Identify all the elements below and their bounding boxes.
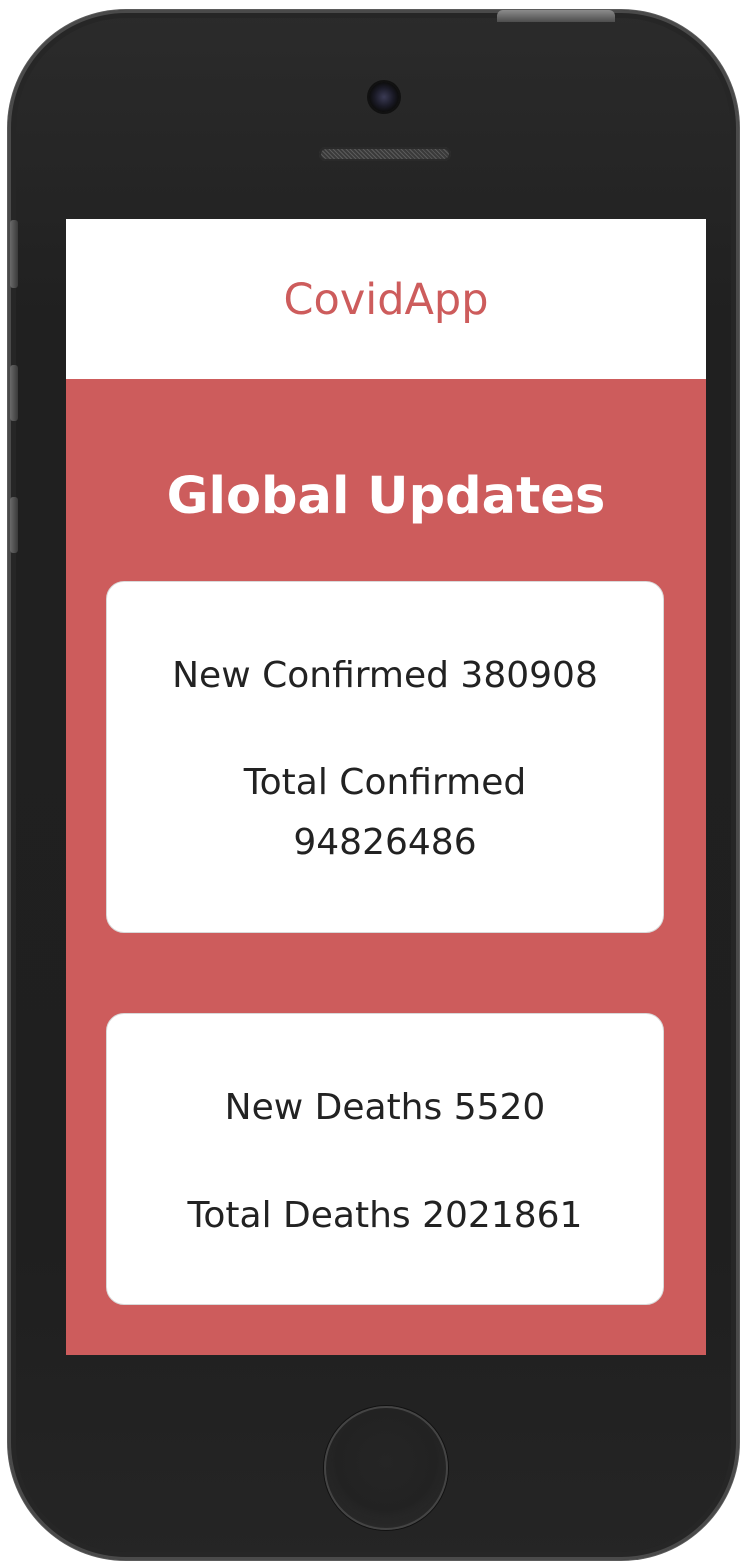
- main-content: Global Updates New Confirmed 380908 Tota…: [66, 379, 706, 1355]
- mute-switch: [10, 220, 18, 288]
- deaths-card: New Deaths 5520 Total Deaths 2021861: [106, 1013, 664, 1305]
- new-deaths-text: New Deaths 5520: [224, 1087, 546, 1128]
- page-title: Global Updates: [166, 467, 606, 526]
- navbar: CovidApp: [66, 219, 706, 379]
- total-deaths-text: Total Deaths 2021861: [187, 1195, 583, 1236]
- power-button: [497, 10, 615, 22]
- total-confirmed-text: Total Confirmed 94826486: [243, 762, 527, 863]
- volume-down-button: [10, 497, 18, 553]
- brand-title[interactable]: CovidApp: [283, 275, 488, 325]
- confirmed-card: New Confirmed 380908 Total Confirmed 948…: [106, 581, 664, 933]
- new-confirmed-text: New Confirmed 380908: [172, 655, 598, 696]
- phone-frame: CovidApp Global Updates New Confirmed 38…: [8, 10, 739, 1560]
- volume-up-button: [10, 365, 18, 421]
- home-button-icon[interactable]: [324, 1406, 448, 1530]
- app-screen: CovidApp Global Updates New Confirmed 38…: [66, 219, 706, 1355]
- camera-icon: [369, 82, 399, 112]
- speaker-icon: [319, 147, 451, 161]
